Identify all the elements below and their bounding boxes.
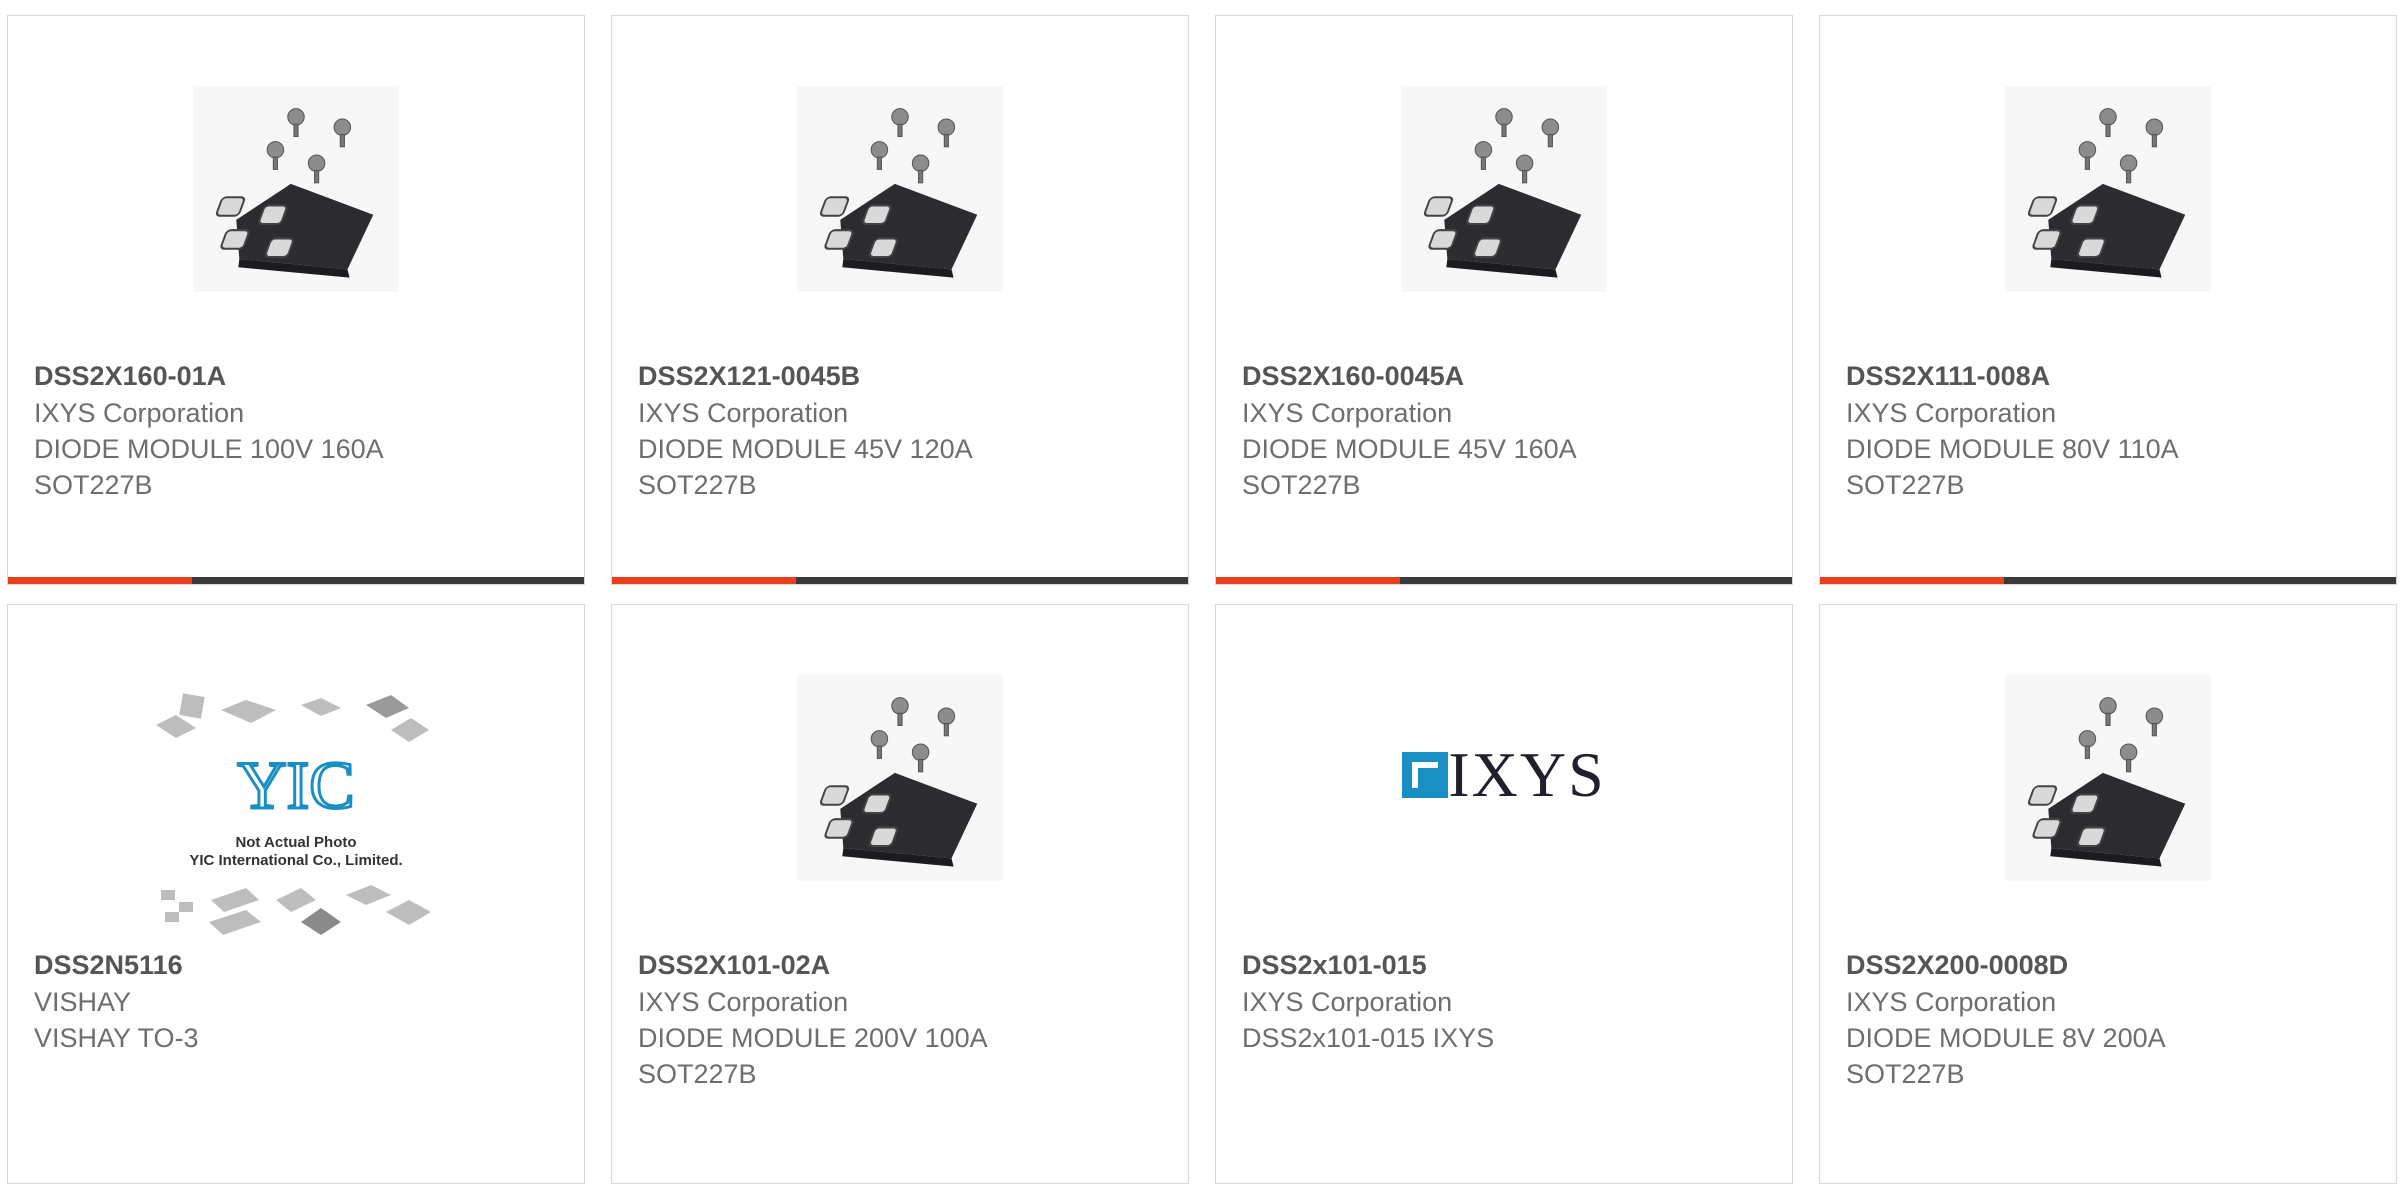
yic-placeholder-image: YIC Not Actual Photo YIC International C… (156, 693, 431, 935)
package: SOT227B (34, 470, 153, 500)
progress-bar (1216, 577, 1792, 584)
part-number[interactable]: DSS2x101-015 (1242, 947, 1772, 984)
product-card[interactable]: DSS2X101-02A IXYS Corporation DIODE MODU… (611, 604, 1189, 1184)
yic-logo-text: YIC (237, 747, 354, 823)
progress-bar (8, 577, 584, 584)
progress-bar (1820, 577, 2396, 584)
product-image (193, 86, 399, 292)
ixys-logo-text: IXYS (1448, 739, 1606, 810)
product-info: DSS2x101-015 IXYS Corporation DSS2x101-0… (1242, 947, 1772, 1056)
photo-caption-line2: YIC International Co., Limited. (189, 852, 402, 869)
part-number[interactable]: DSS2X200-0008D (1846, 947, 2376, 984)
manufacturer: IXYS Corporation (1846, 987, 2057, 1017)
package: SOT227B (1846, 470, 1965, 500)
product-card[interactable]: YIC Not Actual Photo YIC International C… (7, 604, 585, 1184)
product-image (797, 86, 1003, 292)
package: SOT227B (638, 1059, 757, 1089)
package: SOT227B (1846, 1059, 1965, 1089)
product-info: DSS2X101-02A IXYS Corporation DIODE MODU… (638, 947, 1168, 1092)
part-number[interactable]: DSS2X111-008A (1846, 358, 2376, 395)
description: DIODE MODULE 80V 110A (1846, 434, 2179, 464)
product-card[interactable]: DSS2X160-01A IXYS Corporation DIODE MODU… (7, 15, 585, 585)
part-number[interactable]: DSS2N5116 (34, 947, 564, 984)
manufacturer: VISHAY (34, 987, 132, 1017)
progress-fill (612, 577, 797, 584)
manufacturer: IXYS Corporation (1846, 398, 2057, 428)
manufacturer: IXYS Corporation (638, 987, 849, 1017)
product-card[interactable]: DSS2X160-0045A IXYS Corporation DIODE MO… (1215, 15, 1793, 585)
progress-fill (1820, 577, 2005, 584)
description: VISHAY TO-3 (34, 1023, 199, 1053)
product-card[interactable]: DSS2X200-0008D IXYS Corporation DIODE MO… (1819, 604, 2397, 1184)
photo-caption-line1: Not Actual Photo (235, 834, 356, 851)
ixys-logo: IXYS (1354, 725, 1654, 825)
description: DIODE MODULE 100V 160A (34, 434, 384, 464)
product-info: DSS2X200-0008D IXYS Corporation DIODE MO… (1846, 947, 2376, 1092)
manufacturer: IXYS Corporation (1242, 398, 1453, 428)
part-number[interactable]: DSS2X160-01A (34, 358, 564, 395)
manufacturer: IXYS Corporation (34, 398, 245, 428)
progress-fill (1216, 577, 1401, 584)
part-number[interactable]: DSS2X160-0045A (1242, 358, 1772, 395)
product-info: DSS2X121-0045B IXYS Corporation DIODE MO… (638, 358, 1168, 503)
description: DIODE MODULE 8V 200A (1846, 1023, 2166, 1053)
part-number[interactable]: DSS2X101-02A (638, 947, 1168, 984)
progress-fill (8, 577, 193, 584)
product-image (797, 675, 1003, 881)
description: DIODE MODULE 45V 120A (638, 434, 973, 464)
product-info: DSS2X160-01A IXYS Corporation DIODE MODU… (34, 358, 564, 503)
product-image (1401, 86, 1607, 292)
description: DSS2x101-015 IXYS (1242, 1023, 1495, 1053)
manufacturer: IXYS Corporation (1242, 987, 1453, 1017)
package: SOT227B (1242, 470, 1361, 500)
ixys-logo-mark-icon (1402, 752, 1449, 798)
product-card[interactable]: IXYS DSS2x101-015 IXYS Corporation DSS2x… (1215, 604, 1793, 1184)
product-card[interactable]: DSS2X111-008A IXYS Corporation DIODE MOD… (1819, 15, 2397, 585)
product-image (2005, 86, 2211, 292)
product-info: DSS2X111-008A IXYS Corporation DIODE MOD… (1846, 358, 2376, 503)
product-grid: DSS2X160-01A IXYS Corporation DIODE MODU… (0, 0, 2400, 1184)
progress-bar (612, 577, 1188, 584)
product-image (2005, 675, 2211, 881)
manufacturer: IXYS Corporation (638, 398, 849, 428)
product-info: DSS2X160-0045A IXYS Corporation DIODE MO… (1242, 358, 1772, 503)
part-number[interactable]: DSS2X121-0045B (638, 358, 1168, 395)
product-info: DSS2N5116 VISHAY VISHAY TO-3 (34, 947, 564, 1056)
description: DIODE MODULE 200V 100A (638, 1023, 988, 1053)
description: DIODE MODULE 45V 160A (1242, 434, 1577, 464)
product-card[interactable]: DSS2X121-0045B IXYS Corporation DIODE MO… (611, 15, 1189, 585)
package: SOT227B (638, 470, 757, 500)
